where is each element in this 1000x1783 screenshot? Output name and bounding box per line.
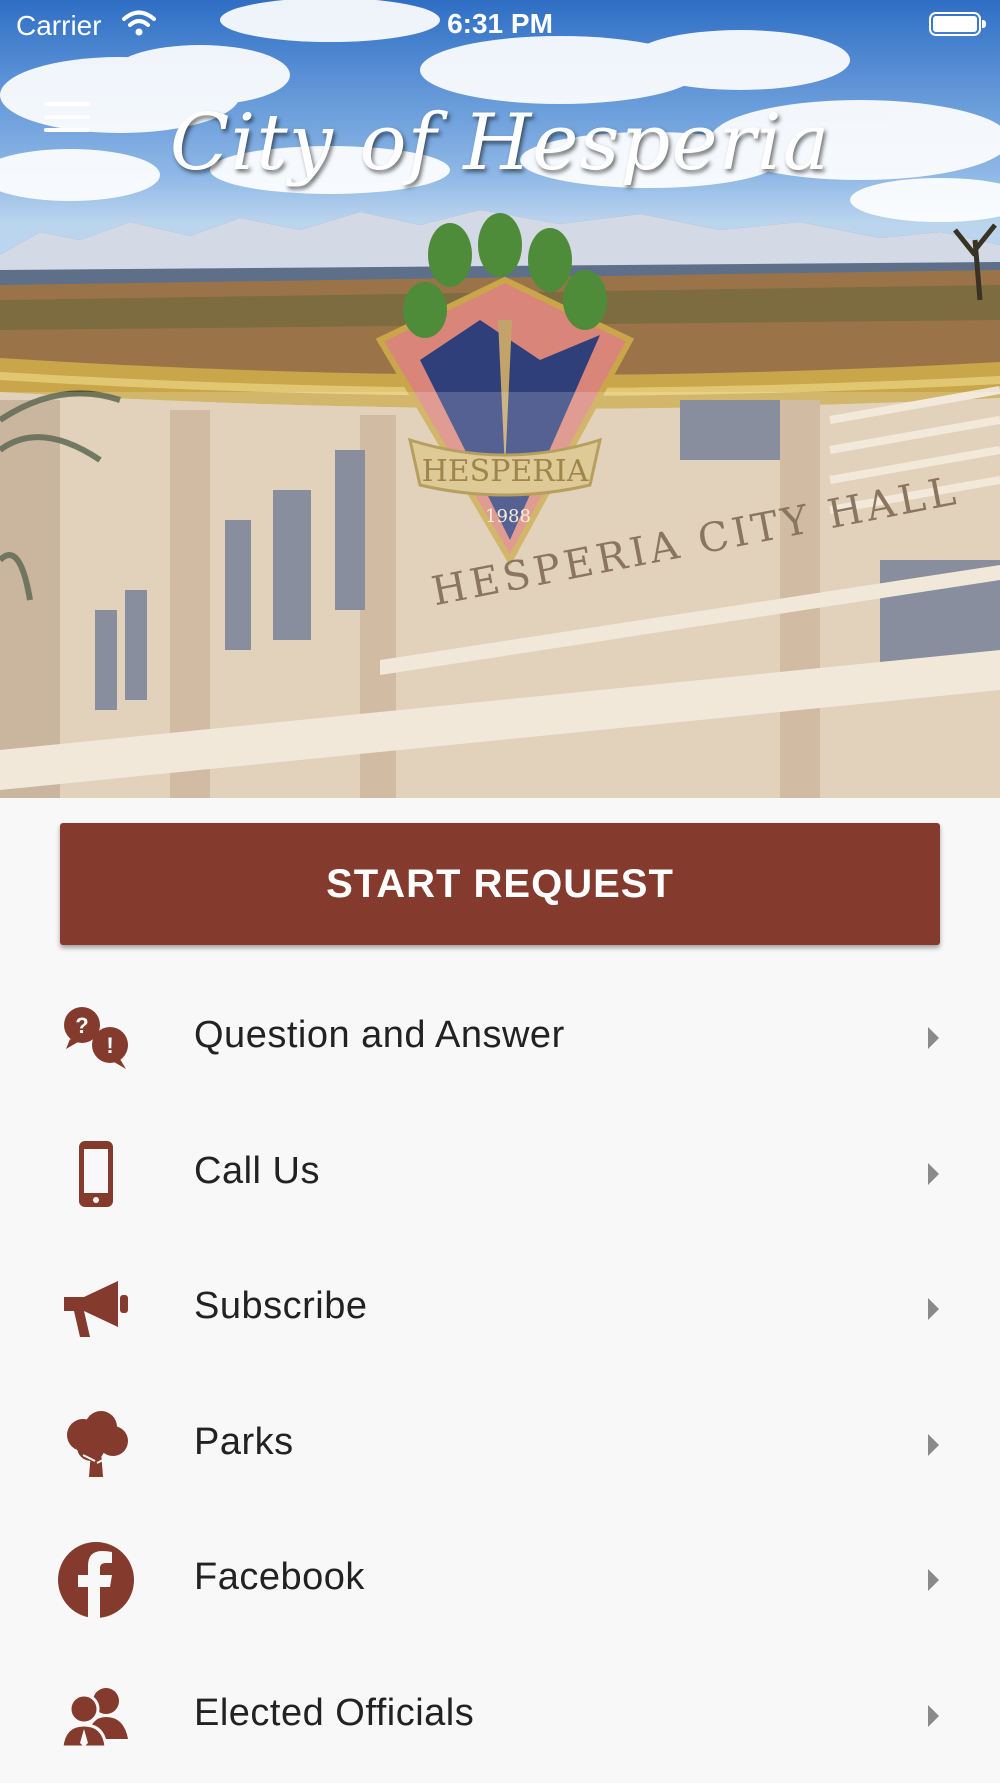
menu-item-elected-officials[interactable]: Elected Officials (0, 1648, 1000, 1783)
question-answer-icon: ? ! (56, 1004, 136, 1072)
chevron-right-icon (928, 1298, 939, 1320)
menu-item-label: Parks (194, 1421, 294, 1464)
menu-item-question-and-answer[interactable]: ? ! Question and Answer (0, 970, 1000, 1106)
menu-item-label: Question and Answer (194, 1014, 565, 1057)
chevron-right-icon (928, 1569, 939, 1591)
menu-item-label: Call Us (194, 1150, 320, 1193)
menu-item-facebook[interactable]: Facebook (0, 1512, 1000, 1648)
menu-item-call-us[interactable]: Call Us (0, 1106, 1000, 1242)
svg-text:!: ! (106, 1033, 113, 1058)
megaphone-icon (56, 1275, 136, 1343)
facebook-icon (56, 1546, 136, 1614)
battery-icon (929, 12, 981, 36)
chevron-right-icon (928, 1163, 939, 1185)
officials-icon (56, 1682, 136, 1750)
chevron-right-icon (928, 1434, 939, 1456)
clock: 6:31 PM (0, 8, 1000, 40)
page-title: City of Hesperia (0, 98, 1000, 188)
menu-item-label: Facebook (194, 1556, 365, 1599)
menu-item-subscribe[interactable]: Subscribe (0, 1241, 1000, 1377)
chevron-right-icon (928, 1027, 939, 1049)
chevron-right-icon (928, 1705, 939, 1727)
menu-item-label: Subscribe (194, 1285, 367, 1328)
header-banner: HESPERIA 1988 HESPERIA CITY HALL Carrier… (0, 0, 1000, 798)
menu-item-parks[interactable]: Parks (0, 1377, 1000, 1513)
tree-icon (56, 1411, 136, 1479)
menu-list: ? ! Question and Answer Call Us (0, 970, 1000, 1783)
menu-item-label: Elected Officials (194, 1692, 474, 1735)
start-request-button[interactable]: START REQUEST (60, 823, 940, 945)
phone-icon (56, 1140, 136, 1208)
svg-text:?: ? (75, 1013, 88, 1038)
status-bar: Carrier 6:31 PM (0, 0, 1000, 50)
